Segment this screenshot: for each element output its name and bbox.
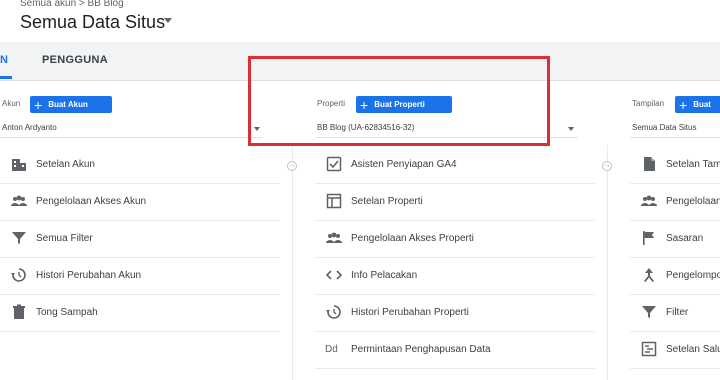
dd-icon: Dd	[325, 344, 338, 355]
create-view-label: Buat	[693, 100, 711, 109]
header: Semua akun > BB Blog Semua Data Situs	[0, 0, 720, 42]
trash-icon	[13, 304, 25, 319]
menu-item-label: Pengelompo	[666, 270, 720, 281]
account-selector-underline	[0, 137, 262, 138]
menu-item-label: Filter	[666, 307, 689, 318]
people-icon	[326, 232, 342, 243]
people-icon	[641, 195, 657, 206]
menu-item-trash[interactable]: Tong Sampah	[0, 295, 280, 332]
active-tab-indicator	[0, 76, 12, 79]
menu-item-label: Setelan Akun	[36, 159, 95, 170]
checkbox-icon	[326, 156, 342, 172]
history-icon	[326, 305, 341, 319]
channel-icon	[641, 341, 657, 357]
view-selector[interactable]: Semua Data Situs	[632, 123, 696, 132]
column-divider	[292, 145, 293, 380]
plus-icon: +	[679, 96, 688, 113]
menu-item-account-history[interactable]: Histori Perubahan Akun	[0, 258, 280, 295]
arrow-right-icon[interactable]: →	[602, 161, 612, 171]
menu-item-filter[interactable]: Filter	[630, 295, 720, 332]
menu-item-label: Setelan Salu	[666, 344, 720, 355]
menu-item-data-deletion-request[interactable]: Dd Permintaan Penghapusan Data	[315, 332, 595, 369]
create-account-label: Buat Akun	[48, 100, 88, 109]
view-selector-underline	[630, 137, 720, 138]
menu-item-label: Setelan Tam	[666, 159, 720, 170]
arrow-right-icon[interactable]: →	[287, 161, 297, 171]
menu-item-account-settings[interactable]: Setelan Akun	[0, 147, 280, 184]
flag-icon	[643, 231, 654, 245]
menu-item-label: Semua Filter	[36, 233, 93, 244]
breadcrumb[interactable]: Semua akun > BB Blog	[20, 0, 124, 9]
menu-item-label: Permintaan Penghapusan Data	[351, 344, 491, 355]
menu-item-label: Pengelolaan Akses Properti	[351, 233, 474, 244]
menu-item-label: Tong Sampah	[36, 307, 98, 318]
menu-item-view-settings[interactable]: Setelan Tam	[630, 147, 720, 184]
menu-item-label: Pengelolaan Akses Akun	[36, 196, 147, 207]
menu-item-tracking-info[interactable]: Info Pelacakan	[315, 258, 595, 295]
menu-item-ga4-setup-assistant[interactable]: Asisten Penyiapan GA4	[315, 147, 595, 184]
filter-icon	[642, 306, 656, 318]
account-column-label: Akun	[2, 99, 21, 108]
menu-item-label: Setelan Properti	[351, 196, 423, 207]
column-divider	[607, 145, 608, 380]
menu-item-label: Histori Perubahan Properti	[351, 307, 469, 318]
menu-item-label: Sasaran	[666, 233, 704, 244]
view-column-label: Tampilan	[632, 99, 665, 108]
plus-icon: +	[34, 96, 43, 113]
menu-item-label: Asisten Penyiapan GA4	[351, 159, 457, 170]
menu-item-property-settings[interactable]: Setelan Properti	[315, 184, 595, 221]
filter-icon	[12, 232, 26, 244]
property-dropdown-caret-icon[interactable]	[568, 127, 574, 131]
menu-item-property-history[interactable]: Histori Perubahan Properti	[315, 295, 595, 332]
menu-item-channel-settings[interactable]: Setelan Salu	[630, 332, 720, 369]
create-account-button[interactable]: + Buat Akun	[30, 96, 112, 113]
grouping-icon	[644, 268, 654, 282]
menu-item-view-access[interactable]: Pengelolaan	[630, 184, 720, 221]
highlight-annotation-box	[248, 56, 550, 146]
menu-item-label: Info Pelacakan	[351, 270, 418, 281]
menu-item-label: Histori Perubahan Akun	[36, 270, 142, 281]
building-icon	[12, 159, 26, 171]
chevron-down-icon[interactable]	[164, 18, 172, 23]
tab-users[interactable]: PENGGUNA	[42, 54, 108, 66]
menu-item-property-access[interactable]: Pengelolaan Akses Properti	[315, 221, 595, 258]
menu-item-goals[interactable]: Sasaran	[630, 221, 720, 258]
layout-icon	[326, 193, 342, 209]
history-icon	[11, 268, 26, 282]
people-icon	[11, 195, 27, 206]
create-view-button[interactable]: + Buat	[675, 96, 720, 113]
menu-item-label: Pengelolaan	[666, 196, 720, 207]
page-title[interactable]: Semua Data Situs	[20, 12, 165, 33]
account-selector[interactable]: Anton Ardyanto	[2, 123, 57, 132]
document-icon	[644, 157, 655, 171]
menu-item-grouping[interactable]: Pengelompo	[630, 258, 720, 295]
menu-item-all-filters[interactable]: Semua Filter	[0, 221, 280, 258]
menu-item-account-access[interactable]: Pengelolaan Akses Akun	[0, 184, 280, 221]
tab-admin[interactable]: N	[0, 54, 8, 66]
code-icon	[325, 270, 343, 280]
